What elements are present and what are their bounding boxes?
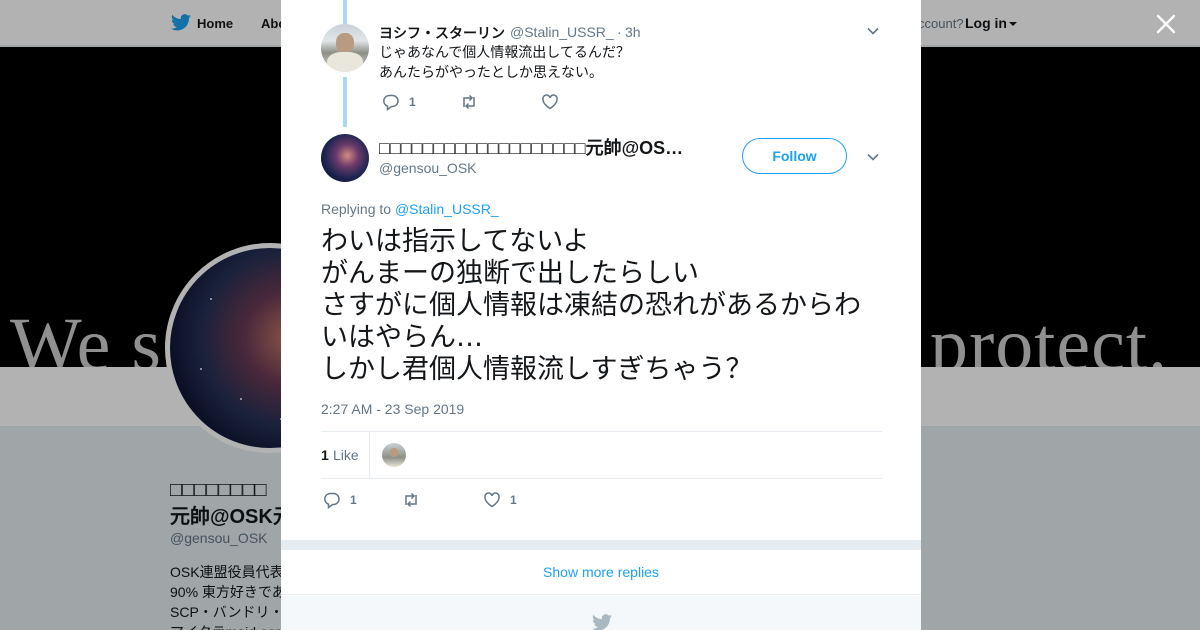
likes-label[interactable]: Like <box>333 447 359 463</box>
replying-prefix: Replying to <box>321 201 392 217</box>
thread-connector <box>343 0 347 24</box>
show-more-replies-link[interactable]: Show more replies <box>281 550 921 595</box>
liker-avatar[interactable] <box>382 443 406 467</box>
close-icon[interactable] <box>1152 10 1180 38</box>
avatar-face <box>390 448 398 457</box>
reply-text: じゃあなんで個人情報流出してるんだ？ あんたらがやったとしか思えない。 <box>379 44 630 80</box>
tweet-text-line: わいは指示してないよ <box>321 226 590 257</box>
avatar-face <box>336 33 354 53</box>
tweet-modal: ヨシフ・スターリン @Stalin_USSR_ · 3h じゃあなんで個人情報流… <box>281 0 921 630</box>
reply-icon[interactable] <box>323 491 341 509</box>
tweet-text-line: しかし君個人情報流しすぎちゃう？ <box>321 354 753 385</box>
stats-divider <box>369 432 370 478</box>
reply-author-name[interactable]: ヨシフ・スターリン <box>379 23 505 43</box>
tweet-author-name[interactable]: □□□□□□□□□□□□□□□□□□□元帥@OS… <box>379 134 689 160</box>
reply-count: 1 <box>409 95 416 109</box>
tweet-author-handle[interactable]: @gensou_OSK <box>379 160 477 176</box>
avatar-coat <box>327 52 363 72</box>
avatar[interactable] <box>321 24 369 72</box>
retweet-icon[interactable] <box>402 491 420 509</box>
replying-mention-link[interactable]: @Stalin_USSR_ <box>395 201 499 217</box>
follow-button[interactable]: Follow <box>742 138 847 174</box>
tweet-stats: 1 Like <box>321 431 882 479</box>
section-separator <box>281 540 921 550</box>
tweet-text: わいは指示してないよ がんまーの独断で出したらしい さすがに個人情報は凍結の恐れ… <box>321 226 883 386</box>
twitter-bird-icon <box>592 614 612 630</box>
tweet-text-line: がんまーの独断で出したらしい <box>321 258 699 289</box>
avatar[interactable] <box>321 134 369 182</box>
tweet-text-line: さすがに個人情報は凍結の恐れがあるからわ <box>321 290 861 321</box>
heart-icon[interactable] <box>483 491 501 509</box>
heart-icon[interactable] <box>541 93 559 111</box>
separator-dot: · <box>617 24 622 40</box>
modal-footer <box>281 596 921 630</box>
reply-count: 1 <box>350 493 357 507</box>
chevron-down-icon[interactable] <box>867 25 879 37</box>
chevron-down-icon[interactable] <box>867 151 879 163</box>
reply-timestamp[interactable]: 3h <box>625 24 641 40</box>
thread-connector <box>343 77 347 127</box>
reply-author-handle[interactable]: @Stalin_USSR_ <box>510 24 614 40</box>
reply-icon[interactable] <box>382 93 400 111</box>
likes-count[interactable]: 1 <box>321 447 329 463</box>
replying-to: Replying to @Stalin_USSR_ <box>321 201 499 217</box>
tweet-text-line: いはやらん… <box>321 322 483 353</box>
tweet-timestamp[interactable]: 2:27 AM - 23 Sep 2019 <box>321 401 464 417</box>
like-count: 1 <box>510 493 517 507</box>
retweet-icon[interactable] <box>460 93 478 111</box>
